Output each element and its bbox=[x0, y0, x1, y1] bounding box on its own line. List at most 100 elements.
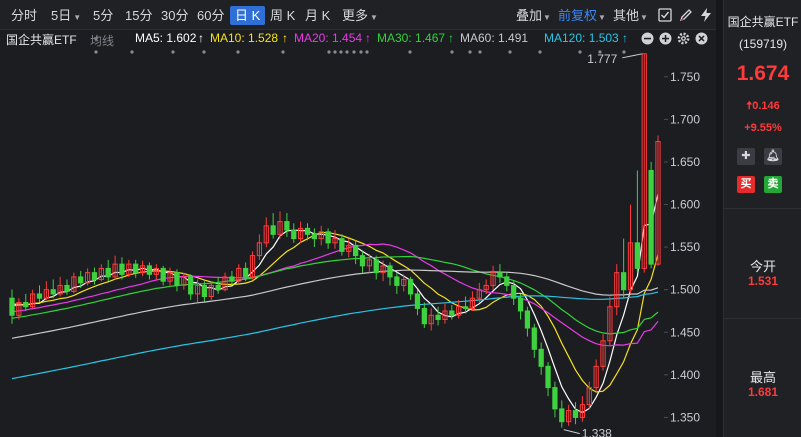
candle-body bbox=[572, 410, 579, 418]
candle-body bbox=[449, 310, 455, 316]
plus-icon: ✚ bbox=[741, 150, 751, 162]
period-minute[interactable]: 分时 bbox=[9, 6, 39, 25]
y-tick-label: 1.500 bbox=[670, 283, 700, 297]
event-marker-dot bbox=[327, 50, 331, 54]
low-label: 1.338 bbox=[582, 427, 612, 437]
candle-body bbox=[648, 169, 654, 265]
ma10-label: MA10: 1.528 bbox=[210, 31, 279, 45]
period-month-k[interactable]: 月 K bbox=[303, 6, 332, 25]
candle-body bbox=[291, 229, 297, 240]
ma-line-ma20 bbox=[11, 243, 659, 347]
close-icon[interactable] bbox=[695, 32, 708, 45]
period-day-k[interactable]: 日 K bbox=[230, 6, 266, 25]
event-marker-dot bbox=[508, 50, 512, 54]
pencil-icon[interactable] bbox=[678, 7, 694, 23]
alert-button[interactable]: 🔔︎ bbox=[764, 148, 782, 165]
overlay-dropdown[interactable]: 叠加▼ bbox=[516, 6, 551, 25]
high-label: 最高 bbox=[749, 370, 776, 385]
y-tick-label: 1.400 bbox=[670, 368, 700, 382]
candle-body bbox=[394, 276, 400, 286]
candle-body bbox=[160, 267, 166, 282]
adjust-label: 前复权 bbox=[558, 8, 598, 23]
y-tick-label: 1.600 bbox=[670, 198, 700, 212]
candle-body bbox=[325, 231, 331, 244]
checkbox-icon[interactable] bbox=[657, 7, 673, 23]
candle-body bbox=[634, 242, 641, 269]
ma30-label: MA30: 1.467 bbox=[377, 31, 446, 45]
up-arrow-icon: ↑ bbox=[622, 31, 628, 45]
lightning-icon[interactable] bbox=[698, 7, 714, 23]
minus-icon[interactable] bbox=[641, 32, 654, 45]
ma120-label: MA120: 1.503 bbox=[544, 31, 619, 45]
period-5day[interactable]: 5日 ▼ bbox=[49, 6, 83, 25]
event-marker-dot bbox=[359, 50, 363, 54]
price-change-value: 0.146 bbox=[752, 100, 780, 112]
open-label: 今开 bbox=[749, 259, 776, 274]
candle-body bbox=[174, 272, 180, 286]
adjust-dropdown[interactable]: 前复权▼ bbox=[558, 6, 606, 25]
period-15min[interactable]: 15分 bbox=[123, 6, 154, 25]
candle-body bbox=[311, 233, 318, 240]
price-change-pct: +9.55% bbox=[744, 122, 782, 134]
ma-line-ma10 bbox=[11, 232, 659, 393]
panel-divider bbox=[716, 0, 723, 437]
candle-body bbox=[243, 267, 249, 278]
high-value: 1.681 bbox=[747, 385, 779, 399]
ma5-label: MA5: 1.602 bbox=[135, 31, 197, 45]
period-30min[interactable]: 30分 bbox=[159, 6, 190, 25]
open-value: 1.531 bbox=[747, 274, 779, 288]
event-marker-dot bbox=[339, 50, 343, 54]
event-marker-dot bbox=[333, 50, 337, 54]
chart-stock-name: 国企共赢ETF bbox=[6, 33, 77, 47]
add-watchlist-button[interactable]: ✚ bbox=[737, 148, 755, 165]
event-marker-dot bbox=[468, 50, 472, 54]
candle-body bbox=[215, 284, 221, 291]
period-60min[interactable]: 60分 bbox=[195, 6, 226, 25]
sell-button[interactable]: 卖 bbox=[764, 176, 782, 193]
divider bbox=[724, 208, 801, 209]
y-tick-label: 1.450 bbox=[670, 325, 700, 339]
chevron-down-icon: ▼ bbox=[370, 13, 378, 22]
other-label: 其他 bbox=[613, 8, 640, 23]
bell-icon: 🔔︎ bbox=[766, 150, 780, 162]
event-marker-dot bbox=[622, 50, 626, 54]
event-marker-dot bbox=[538, 50, 542, 54]
buy-button[interactable]: 买 bbox=[737, 176, 755, 193]
candle-body bbox=[304, 227, 311, 235]
candle-body bbox=[621, 272, 627, 291]
plus-icon[interactable] bbox=[659, 32, 672, 45]
indicator-dropdown[interactable]: 均线 ▼ bbox=[90, 31, 114, 48]
period-week-k[interactable]: 周 K bbox=[268, 6, 297, 25]
event-marker-dot bbox=[478, 50, 482, 54]
gear-icon[interactable] bbox=[677, 32, 690, 45]
chevron-down-icon: ▼ bbox=[543, 13, 551, 22]
divider bbox=[724, 318, 801, 319]
candle-body bbox=[9, 297, 15, 316]
period-toolbar: 分时 5日 ▼ 5分 15分 30分 60分 日 K 周 K 月 K 更多 ▼ 叠加… bbox=[0, 0, 716, 30]
ma-line-ma5 bbox=[11, 193, 659, 414]
other-dropdown[interactable]: 其他▼ bbox=[613, 6, 648, 25]
candle-body bbox=[91, 272, 98, 280]
event-marker-dot bbox=[345, 50, 349, 54]
candle-body bbox=[36, 293, 43, 299]
ma-legend-bar: 国企共赢ETF 均线 ▼ MA5: 1.602 ↑ MA10: 1.528 ↑ M… bbox=[0, 30, 716, 48]
candle-body bbox=[504, 276, 510, 286]
ma60-label: MA60: 1.491 bbox=[460, 31, 529, 45]
ma-line-ma60 bbox=[11, 269, 659, 339]
period-5min[interactable]: 5分 bbox=[91, 6, 115, 25]
period-more[interactable]: 更多 ▼ bbox=[340, 6, 380, 25]
candle-body bbox=[133, 263, 139, 274]
candle-body bbox=[462, 306, 469, 309]
candle-body bbox=[359, 255, 366, 267]
kline-chart[interactable]: 1.750 1.700 1.650 1.600 1.550 1.500 1.450 1.400… bbox=[0, 47, 716, 437]
high-label: 1.777 bbox=[587, 52, 617, 66]
up-arrow-icon: ↑ bbox=[448, 31, 454, 45]
event-marker-dot bbox=[408, 50, 412, 54]
chevron-down-icon: ▼ bbox=[73, 13, 82, 22]
candle-body bbox=[188, 276, 194, 295]
up-arrow-icon: ↑ bbox=[365, 31, 371, 45]
chevron-down-icon: ▼ bbox=[640, 13, 648, 22]
candle-body bbox=[517, 297, 524, 312]
candle-body bbox=[559, 408, 565, 423]
candle-body bbox=[373, 259, 379, 274]
